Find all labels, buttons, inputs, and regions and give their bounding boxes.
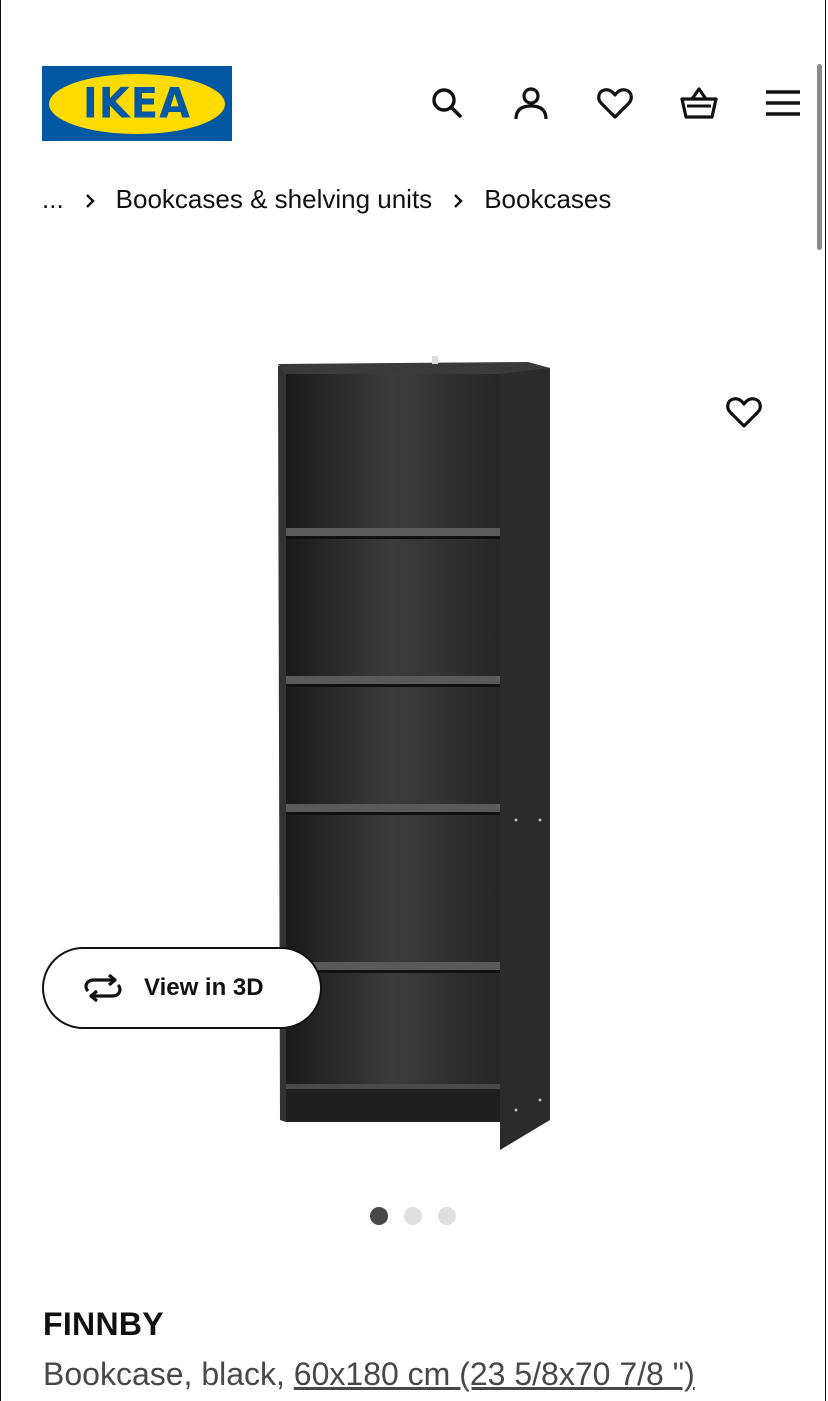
add-to-favorites-button[interactable] <box>718 388 770 436</box>
search-icon <box>432 88 462 118</box>
view-in-3d-button[interactable]: View in 3D <box>42 947 322 1029</box>
chevron-right-icon <box>446 184 470 215</box>
ikea-logo[interactable]: IKEA <box>42 66 232 141</box>
site-header: IKEA <box>0 0 828 160</box>
view-in-3d-label: View in 3D <box>144 974 264 1001</box>
chevron-right-icon <box>78 184 102 215</box>
product-size-link[interactable]: 60x180 cm (23 5/8x70 7/8 ") <box>294 1356 695 1392</box>
gallery-dot-1[interactable] <box>370 1207 388 1225</box>
logo-text: IKEA <box>82 79 192 128</box>
account-button[interactable] <box>489 80 573 126</box>
product-gallery: View in 3D <box>0 300 828 1260</box>
product-description: Bookcase, black, 60x180 cm (23 5/8x70 7/… <box>43 1356 695 1393</box>
breadcrumb-bookcases-shelving[interactable]: Bookcases & shelving units <box>116 184 433 215</box>
breadcrumb: ... Bookcases & shelving units Bookcases <box>42 184 611 215</box>
product-description-text: Bookcase, black, <box>43 1356 294 1392</box>
rotate-3d-icon <box>84 973 122 1003</box>
menu-icon <box>766 90 800 116</box>
search-button[interactable] <box>405 80 489 126</box>
heart-icon <box>597 88 633 119</box>
favorites-button[interactable] <box>573 80 657 126</box>
bookcase-image[interactable] <box>272 350 562 1150</box>
gallery-pagination <box>370 1207 456 1225</box>
logo-oval: IKEA <box>49 73 225 134</box>
product-name: FINNBY <box>43 1306 164 1342</box>
menu-button[interactable] <box>741 80 825 126</box>
basket-icon <box>680 87 718 119</box>
account-icon <box>514 87 548 120</box>
gallery-dot-3[interactable] <box>438 1207 456 1225</box>
heart-icon <box>726 397 762 428</box>
breadcrumb-ellipsis[interactable]: ... <box>42 184 64 215</box>
breadcrumb-bookcases[interactable]: Bookcases <box>484 184 611 215</box>
gallery-dot-2[interactable] <box>404 1207 422 1225</box>
header-icons <box>405 80 825 126</box>
basket-button[interactable] <box>657 80 741 126</box>
